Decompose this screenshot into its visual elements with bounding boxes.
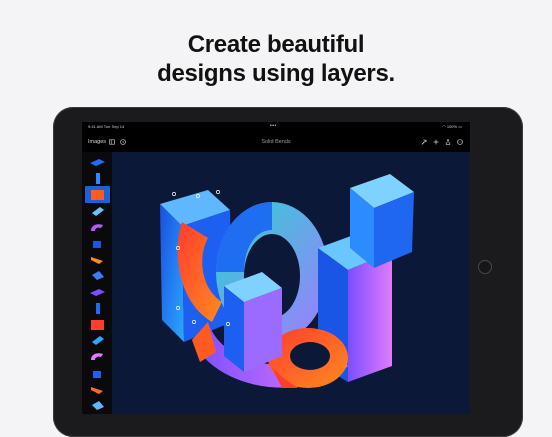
layer-thumbnail[interactable] bbox=[85, 219, 110, 236]
multitask-dots[interactable]: ••• bbox=[270, 122, 277, 131]
headline-line-1: Create beautiful bbox=[187, 31, 365, 58]
export-icon[interactable] bbox=[445, 139, 451, 145]
artwork[interactable] bbox=[112, 152, 470, 414]
layer-thumbnail[interactable] bbox=[85, 203, 110, 220]
headline-line-2: designs using layers. bbox=[157, 60, 395, 87]
wifi-icon: ◠ bbox=[442, 124, 446, 129]
layer-thumbnail[interactable] bbox=[85, 332, 110, 349]
layer-thumbnail[interactable] bbox=[85, 348, 110, 365]
status-bar: 9:41 AM Tue Sep 14 ••• ◠ 100% ▭ bbox=[82, 122, 470, 132]
battery-percent: 100% bbox=[446, 124, 458, 129]
layer-thumbnail[interactable] bbox=[85, 251, 110, 268]
layer-thumbnail[interactable] bbox=[85, 267, 110, 284]
layer-thumbnail[interactable] bbox=[85, 186, 110, 204]
layer-thumbnail[interactable] bbox=[85, 170, 110, 187]
battery-icon: ▭ bbox=[458, 124, 462, 129]
toolbar: Images Solid Bends bbox=[82, 132, 470, 152]
hammer-icon[interactable] bbox=[421, 139, 427, 145]
layer-thumbnail[interactable] bbox=[85, 316, 110, 333]
layer-thumbnail[interactable] bbox=[85, 284, 110, 301]
layer-thumbnail[interactable] bbox=[85, 154, 110, 171]
layer-thumbnail[interactable] bbox=[85, 365, 110, 382]
layer-thumbnail[interactable] bbox=[85, 235, 110, 252]
battery-indicator: ◠ 100% ▭ bbox=[442, 122, 462, 132]
headline: Create beautiful designs using layers. bbox=[0, 30, 552, 88]
layers-panel bbox=[82, 152, 112, 414]
add-icon[interactable] bbox=[433, 139, 439, 145]
layer-thumbnail[interactable] bbox=[85, 300, 110, 317]
layer-thumbnail[interactable] bbox=[85, 381, 110, 398]
more-icon[interactable] bbox=[457, 139, 463, 145]
status-time: 9:41 AM Tue Sep 14 bbox=[88, 124, 125, 129]
layer-thumbnail[interactable] bbox=[85, 397, 110, 414]
home-button bbox=[478, 260, 492, 274]
document-title[interactable]: Solid Bends bbox=[82, 132, 470, 152]
app-screen: 9:41 AM Tue Sep 14 ••• ◠ 100% ▭ Images S… bbox=[82, 122, 470, 414]
canvas[interactable] bbox=[112, 152, 470, 414]
